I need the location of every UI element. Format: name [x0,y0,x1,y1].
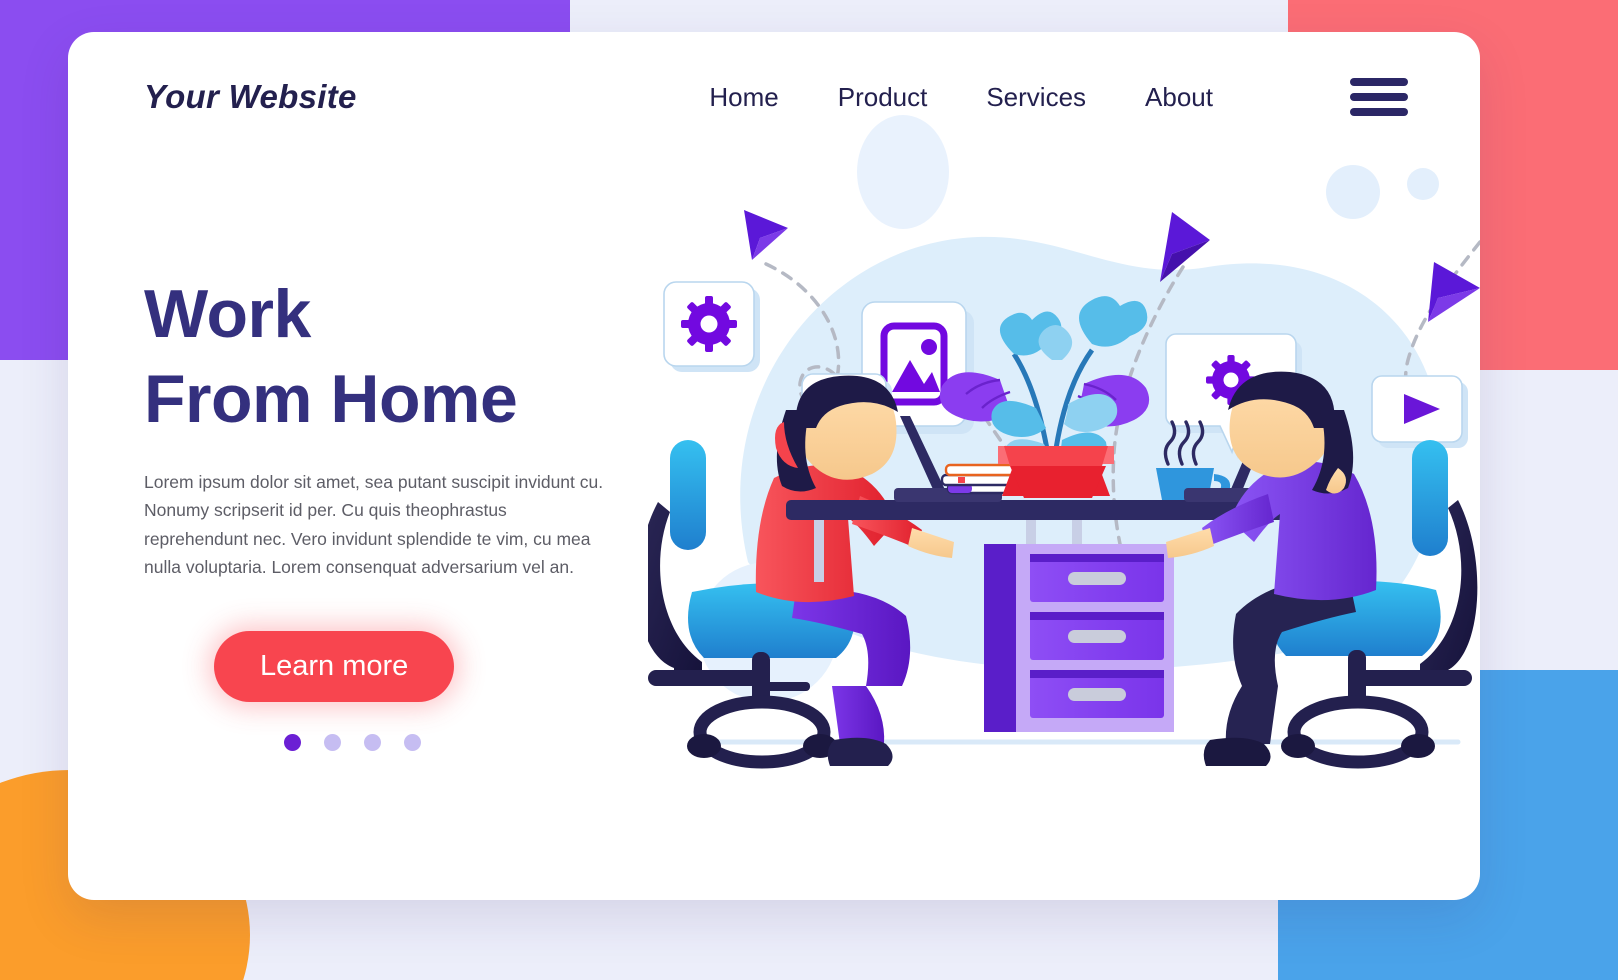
hamburger-bar [1350,78,1408,86]
floating-card-gear[interactable] [663,281,760,372]
floating-card-play[interactable] [1371,375,1468,448]
learn-more-button[interactable]: Learn more [214,631,455,703]
carousel-dot-3[interactable] [364,734,381,752]
hero-paragraph: Lorem ipsum dolor sit amet, sea putant s… [144,472,604,578]
hero-title-line-1: Work [144,276,311,352]
carousel-dot-1[interactable] [284,734,301,752]
carousel-dots [284,734,664,752]
carousel-dot-4[interactable] [404,734,421,752]
hero-content: Work From Home Lorem ipsum dolor sit ame… [144,272,664,752]
work-from-home-illustration: % [648,92,1480,812]
drawer-cabinet[interactable] [984,544,1174,732]
paper-plane-icon [1428,262,1480,322]
paper-plane-icon [744,210,788,260]
hero-title-line-2: From Home [144,361,518,437]
page-title: Work From Home [144,272,664,442]
carousel-dot-2[interactable] [324,734,341,752]
landing-page-card: Your Website Home Product Services About… [68,32,1480,900]
site-logo[interactable]: Your Website [144,78,357,116]
gear-icon [681,296,737,352]
